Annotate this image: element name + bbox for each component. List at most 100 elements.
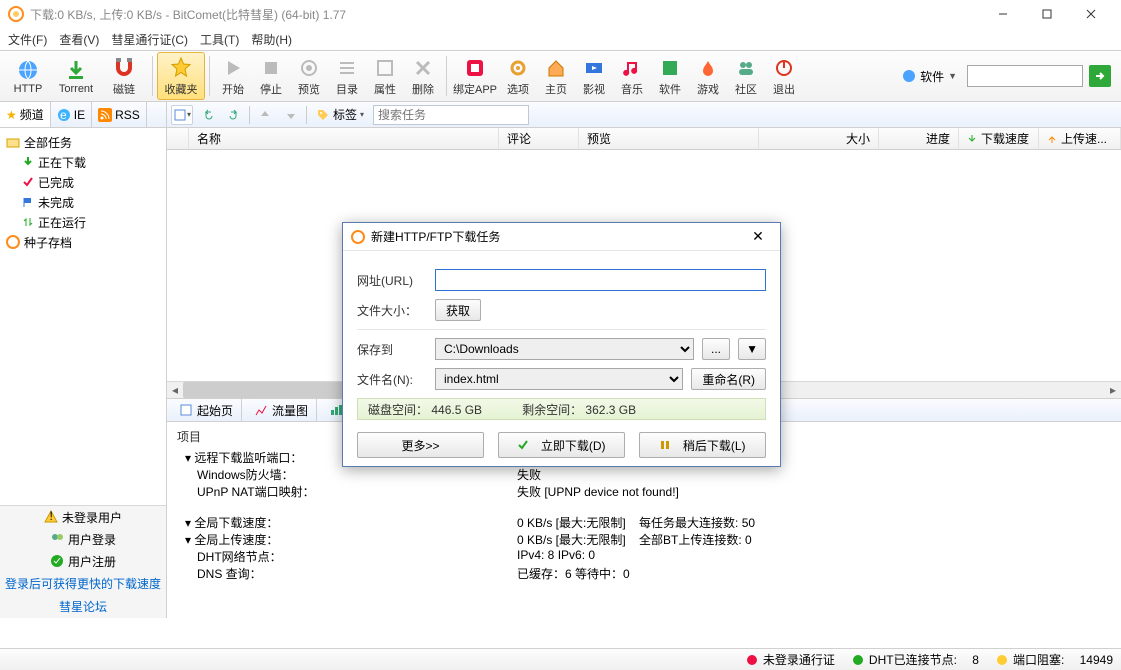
tree-downloading[interactable]: 正在下载 (0, 152, 166, 172)
redo-button[interactable] (223, 105, 245, 125)
col-name[interactable]: 名称 (189, 128, 499, 149)
menu-help[interactable]: 帮助(H) (251, 31, 292, 48)
tb-video[interactable]: 影视 (575, 52, 613, 100)
col-comment[interactable]: 评论 (499, 128, 579, 149)
tb-game[interactable]: 游戏 (689, 52, 727, 100)
download-now-button[interactable]: 立即下载(D) (498, 432, 625, 458)
status-port: 端口阻塞: 14949 (997, 651, 1113, 668)
close-button[interactable] (1069, 1, 1113, 27)
tree-running[interactable]: 正在运行 (0, 212, 166, 232)
window-title: 下载:0 KB/s, 上传:0 KB/s - BitComet(比特彗星) (6… (30, 6, 981, 23)
tb-music[interactable]: 音乐 (613, 52, 651, 100)
tb-properties[interactable]: 属性 (366, 52, 404, 100)
btab-startpage[interactable]: 起始页 (171, 399, 242, 421)
status-passport[interactable]: 未登录通行证 (747, 651, 835, 668)
users-icon (50, 532, 64, 546)
col-dlspeed[interactable]: 下载速度 (959, 128, 1039, 149)
col-ulspeed[interactable]: 上传速... (1039, 128, 1121, 149)
pause-icon (659, 439, 671, 451)
tb-torrent[interactable]: Torrent (52, 52, 100, 100)
check-icon (22, 176, 34, 188)
url-input[interactable] (435, 269, 766, 291)
titlebar: 下载:0 KB/s, 上传:0 KB/s - BitComet(比特彗星) (6… (0, 0, 1121, 28)
star-icon (169, 56, 193, 80)
get-size-button[interactable]: 获取 (435, 299, 481, 321)
tb-bindapp[interactable]: 绑定APP (451, 52, 499, 100)
rename-button[interactable]: 重命名(R) (691, 368, 766, 390)
gear-icon (506, 56, 530, 80)
disk-space-bar: 磁盘空间： 446.5 GB 剩余空间： 362.3 GB (357, 398, 766, 420)
sf-nologin: !未登录用户 (0, 506, 166, 528)
filename-select[interactable]: index.html (435, 368, 683, 390)
subbar: ★频道 eIE RSS ▾ 标签▾ (0, 102, 1121, 128)
col-preview[interactable]: 预览 (579, 128, 759, 149)
tb-preview[interactable]: 预览 (290, 52, 328, 100)
search-input[interactable] (378, 108, 533, 122)
down-button[interactable] (280, 105, 302, 125)
tab-ie[interactable]: eIE (51, 102, 92, 127)
tb-options[interactable]: 选项 (499, 52, 537, 100)
dialog-titlebar[interactable]: 新建HTTP/FTP下载任务 ✕ (343, 223, 780, 251)
btab-traffic[interactable]: 流量图 (246, 399, 317, 421)
sf-register[interactable]: 用户注册 (0, 550, 166, 572)
tree-done[interactable]: 已完成 (0, 172, 166, 192)
col-size[interactable]: 大小 (759, 128, 879, 149)
software-dropdown[interactable]: 软件 ▼ (898, 66, 961, 87)
status-dht: DHT已连接节点: 8 (853, 651, 979, 668)
tb-community[interactable]: 社区 (727, 52, 765, 100)
app-icon (8, 6, 24, 22)
dialog-title: 新建HTTP/FTP下载任务 (371, 228, 500, 245)
tree-undone[interactable]: 未完成 (0, 192, 166, 212)
tb-delete[interactable]: 删除 (404, 52, 442, 100)
tb-start[interactable]: 开始 (214, 52, 252, 100)
warning-icon: ! (44, 510, 58, 524)
tb-exit[interactable]: 退出 (765, 52, 803, 100)
sf-tip[interactable]: 登录后可获得更快的下载速度 (0, 572, 166, 595)
sf-forum[interactable]: 彗星论坛 (0, 595, 166, 618)
search-box[interactable] (373, 105, 529, 125)
saveto-menu-button[interactable]: ▼ (738, 338, 766, 360)
tb-list[interactable]: 目录 (328, 52, 366, 100)
tb-software[interactable]: 软件 (651, 52, 689, 100)
menu-file[interactable]: 文件(F) (8, 31, 47, 48)
svg-text:!: ! (49, 510, 52, 523)
tb-favorites[interactable]: 收藏夹 (157, 52, 205, 100)
go-button[interactable] (1089, 65, 1111, 87)
menu-view[interactable]: 查看(V) (59, 31, 99, 48)
flag-icon (22, 196, 34, 208)
saveto-select[interactable]: C:\Downloads (435, 338, 694, 360)
search-combo[interactable] (967, 65, 1083, 87)
tree-seed[interactable]: 种子存档 (0, 232, 166, 252)
maximize-button[interactable] (1025, 1, 1069, 27)
scroll-left[interactable]: ◂ (167, 382, 183, 398)
play-icon (221, 56, 245, 80)
tag-button[interactable]: 标签▾ (311, 105, 369, 125)
red-dot-icon (747, 655, 757, 665)
col-icon[interactable] (167, 128, 189, 149)
undo-button[interactable] (197, 105, 219, 125)
up-button[interactable] (254, 105, 276, 125)
menu-passport[interactable]: 彗星通行证(C) (111, 31, 188, 48)
sf-login[interactable]: 用户登录 (0, 528, 166, 550)
new-task-button[interactable]: ▾ (171, 105, 193, 125)
tab-channel[interactable]: ★频道 (0, 102, 51, 127)
list-header: 名称 评论 预览 大小 进度 下载速度 上传速... (167, 128, 1121, 150)
tab-rss[interactable]: RSS (92, 102, 147, 127)
more-button[interactable]: 更多>> (357, 432, 484, 458)
dialog-close-button[interactable]: ✕ (744, 225, 772, 249)
menu-tools[interactable]: 工具(T) (200, 31, 239, 48)
col-progress[interactable]: 进度 (879, 128, 959, 149)
minimize-button[interactable] (981, 1, 1025, 27)
browse-button[interactable]: ... (702, 338, 730, 360)
check-green-icon (517, 439, 529, 451)
download-later-button[interactable]: 稍后下载(L) (639, 432, 766, 458)
tb-home[interactable]: 主页 (537, 52, 575, 100)
tb-http[interactable]: HTTP (4, 52, 52, 100)
tb-magnet[interactable]: 磁链 (100, 52, 148, 100)
tb-stop[interactable]: 停止 (252, 52, 290, 100)
page-icon (179, 403, 193, 417)
properties-icon (373, 56, 397, 80)
caret-down-icon: ▼ (948, 71, 957, 81)
scroll-right[interactable]: ▸ (1105, 382, 1121, 398)
tree-all[interactable]: 全部任务 (0, 132, 166, 152)
